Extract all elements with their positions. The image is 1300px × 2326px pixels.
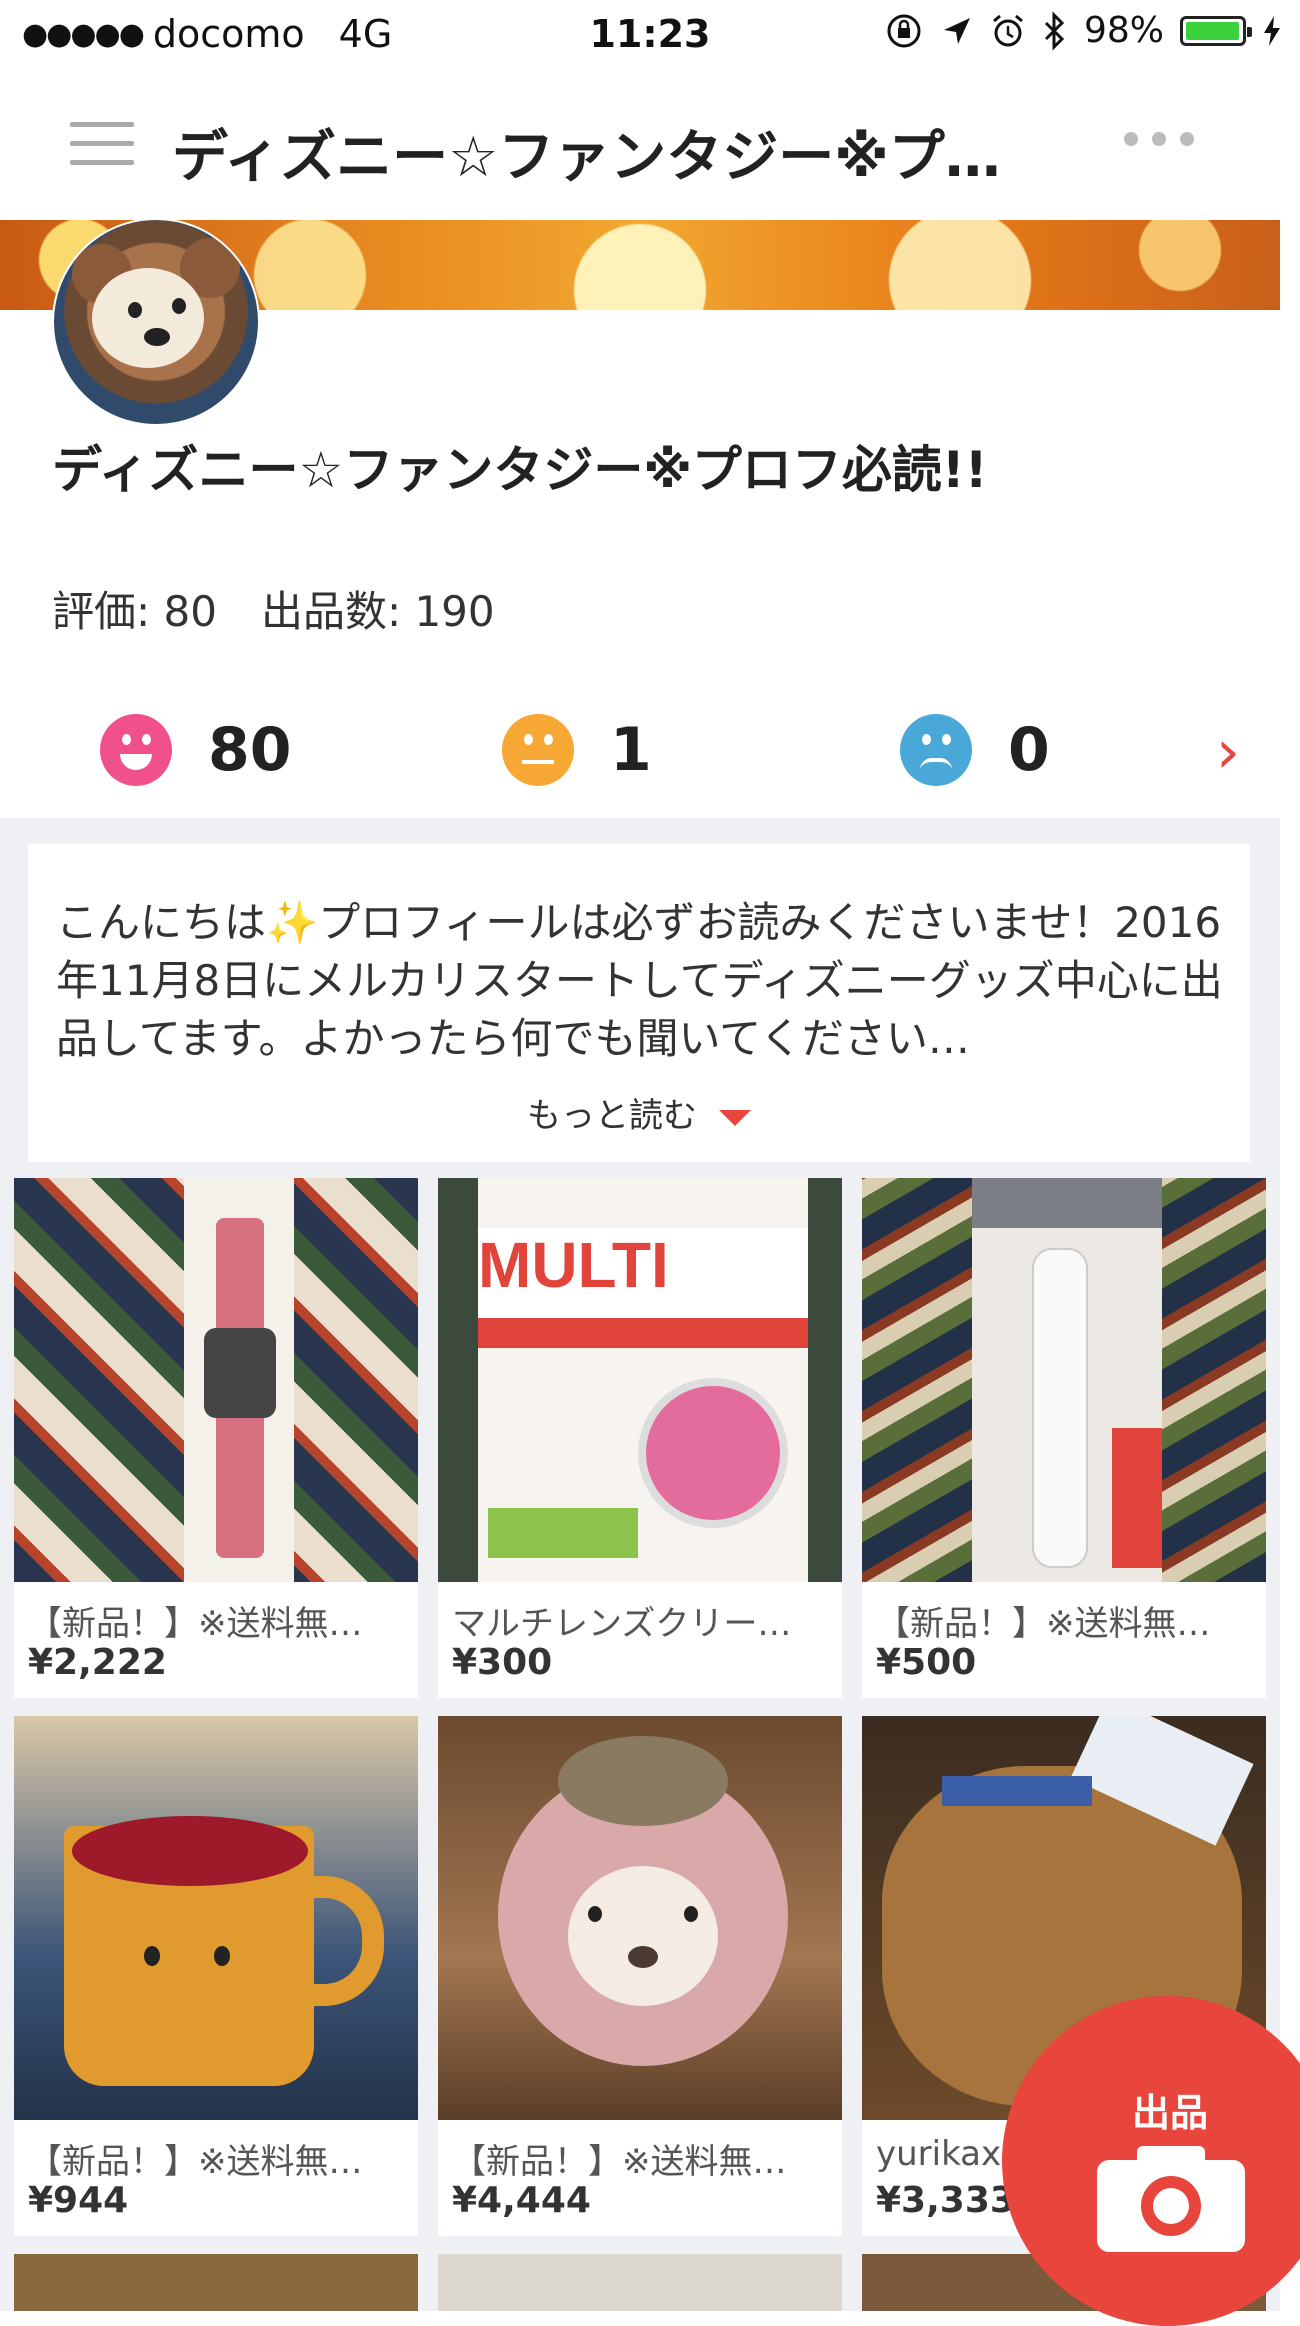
caret-down-icon bbox=[719, 1109, 751, 1126]
alarm-icon bbox=[993, 14, 1023, 46]
product-card[interactable]: 【新品！】※送料無… ¥4,444 bbox=[438, 1716, 842, 2236]
product-image-lens-cleaner: MULTI bbox=[438, 1178, 842, 1582]
product-name: 【新品！】※送料無… bbox=[28, 1604, 363, 1644]
bluetooth-icon bbox=[1044, 10, 1065, 51]
product-image-led-light bbox=[862, 1178, 1266, 1582]
product-name: マルチレンズクリー… bbox=[452, 1604, 792, 1644]
rating-normal: 1 bbox=[502, 714, 652, 786]
charging-bolt-icon bbox=[1264, 15, 1280, 46]
product-price: ¥2,222 bbox=[28, 1642, 167, 1683]
product-card[interactable]: 【新品！】※送料無… ¥500 bbox=[862, 1178, 1266, 1698]
avatar[interactable] bbox=[52, 218, 260, 426]
read-more-button[interactable]: もっと読む bbox=[28, 1088, 1250, 1137]
product-price: ¥500 bbox=[876, 1642, 977, 1683]
profile-name: ディズニー☆ファンタジー※プロフ必読!! bbox=[52, 441, 988, 499]
product-card-partial[interactable] bbox=[438, 2254, 842, 2311]
read-more-label: もっと読む bbox=[527, 1096, 697, 1136]
camera-icon bbox=[1097, 2146, 1245, 2252]
chevron-right-icon[interactable]: › bbox=[1216, 722, 1240, 782]
product-price: ¥300 bbox=[452, 1642, 553, 1683]
status-bar: ●●●●● docomo 4G 11:23 98% bbox=[0, 0, 1300, 70]
product-image-shelliemay-plush bbox=[438, 1716, 842, 2120]
rotation-lock-icon bbox=[887, 14, 921, 47]
rating-good: 80 bbox=[100, 714, 292, 786]
product-price: ¥3,333 bbox=[876, 2180, 1015, 2221]
sell-label: 出品 bbox=[1132, 2091, 1209, 2135]
ratings-row[interactable]: 80 1 0 › bbox=[0, 700, 1280, 800]
rating-count-label: 評価: 80 bbox=[52, 587, 217, 636]
product-card[interactable]: 【新品！】※送料無… ¥944 bbox=[14, 1716, 418, 2236]
intro-card: こんにちは✨プロフィールは必ずお読みくださいませ！2016年11月8日にメルカリ… bbox=[28, 844, 1250, 1162]
page-title: ディズニー☆ファンタジー※プ… bbox=[172, 125, 1001, 190]
battery-icon bbox=[1180, 15, 1252, 46]
product-name: 【新品！】※送料無… bbox=[28, 2142, 363, 2182]
battery-percent: 98% bbox=[1083, 10, 1164, 51]
normal-rating-count: 1 bbox=[610, 715, 652, 785]
product-card[interactable]: 【新品！】※送料無… ¥2,222 bbox=[14, 1178, 418, 1698]
listing-count-label: 出品数: 190 bbox=[260, 587, 495, 636]
product-price: ¥4,444 bbox=[452, 2180, 591, 2221]
smile-face-icon bbox=[100, 714, 172, 786]
menu-icon[interactable] bbox=[70, 122, 134, 168]
rating-bad: 0 bbox=[900, 714, 1050, 786]
product-image-mug bbox=[14, 1716, 418, 2120]
good-rating-count: 80 bbox=[208, 715, 292, 785]
product-price: ¥944 bbox=[28, 2180, 129, 2221]
neutral-face-icon bbox=[502, 714, 574, 786]
sad-face-icon bbox=[900, 714, 972, 786]
product-name: 【新品！】※送料無… bbox=[876, 1604, 1211, 1644]
location-arrow-icon bbox=[943, 17, 970, 44]
intro-text: こんにちは✨プロフィールは必ずお読みくださいませ！2016年11月8日にメルカリ… bbox=[56, 898, 1223, 1063]
product-card[interactable]: MULTI マルチレンズクリー… ¥300 bbox=[438, 1178, 842, 1698]
product-name: 【新品！】※送料無… bbox=[452, 2142, 787, 2182]
product-image-watch bbox=[14, 1178, 418, 1582]
more-options-icon[interactable] bbox=[1124, 132, 1194, 146]
profile-stats: 評価: 80 出品数: 190 bbox=[52, 578, 495, 639]
nav-bar: ディズニー☆ファンタジー※プ… bbox=[0, 70, 1300, 220]
bad-rating-count: 0 bbox=[1008, 715, 1050, 785]
product-card-partial[interactable] bbox=[14, 2254, 418, 2311]
